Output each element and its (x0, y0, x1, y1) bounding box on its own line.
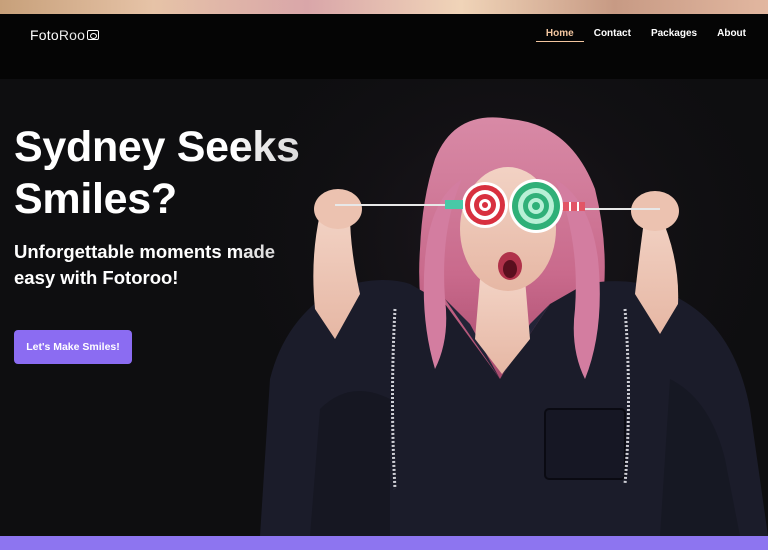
navbar: Foto Roo Home Contact Packages About (0, 14, 768, 79)
lets-make-smiles-button[interactable]: Let's Make Smiles! (14, 330, 132, 364)
bottom-accent-band (0, 536, 768, 550)
logo-text-foto: Foto (30, 27, 59, 43)
camera-icon (87, 30, 100, 40)
hero-section: Sydney Seeks Smiles? Unforgettable momen… (0, 79, 768, 536)
logo[interactable]: Foto Roo (30, 27, 100, 43)
logo-text-roo: Roo (58, 27, 86, 43)
nav-link-home[interactable]: Home (535, 28, 584, 42)
hero-photo-woman-with-lollipops (240, 79, 768, 536)
nav-link-packages[interactable]: Packages (641, 28, 707, 42)
nav-link-about[interactable]: About (707, 28, 756, 42)
main-nav: Home Contact Packages About (535, 28, 756, 42)
top-banner-image-strip (0, 0, 768, 14)
nav-link-contact[interactable]: Contact (584, 28, 641, 42)
